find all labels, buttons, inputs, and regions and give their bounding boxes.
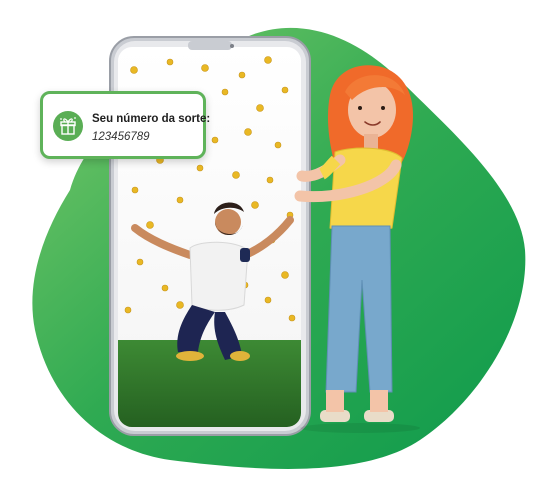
lucky-number-value: 123456789 <box>92 131 150 143</box>
scene-artwork <box>32 27 526 469</box>
grass-field <box>118 340 301 427</box>
hero-illustration: Seu número da sorte: 123456789 <box>0 0 544 484</box>
lucky-number-card: Seu número da sorte: 123456789 <box>40 91 210 159</box>
gift-icon <box>53 111 83 141</box>
phone-notch <box>188 41 232 50</box>
lucky-number-title: Seu número da sorte: <box>92 113 211 125</box>
